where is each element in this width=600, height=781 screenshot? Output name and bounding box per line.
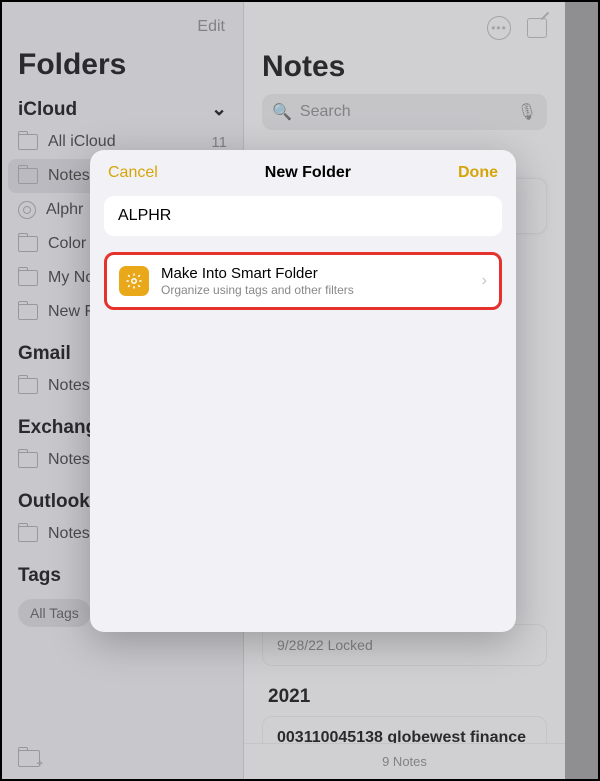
smart-folder-title: Make Into Smart Folder	[161, 265, 470, 282]
chevron-right-icon: ›	[482, 272, 487, 290]
new-folder-modal: Cancel New Folder Done ALPHR Make Into S…	[90, 150, 516, 632]
modal-title: New Folder	[265, 164, 351, 182]
folder-name-input[interactable]: ALPHR	[104, 196, 502, 236]
cancel-button[interactable]: Cancel	[108, 164, 158, 182]
done-button[interactable]: Done	[458, 164, 498, 182]
smart-folder-subtitle: Organize using tags and other filters	[161, 283, 470, 297]
smart-folder-icon	[119, 266, 149, 296]
make-smart-folder-row[interactable]: Make Into Smart Folder Organize using ta…	[104, 252, 502, 310]
